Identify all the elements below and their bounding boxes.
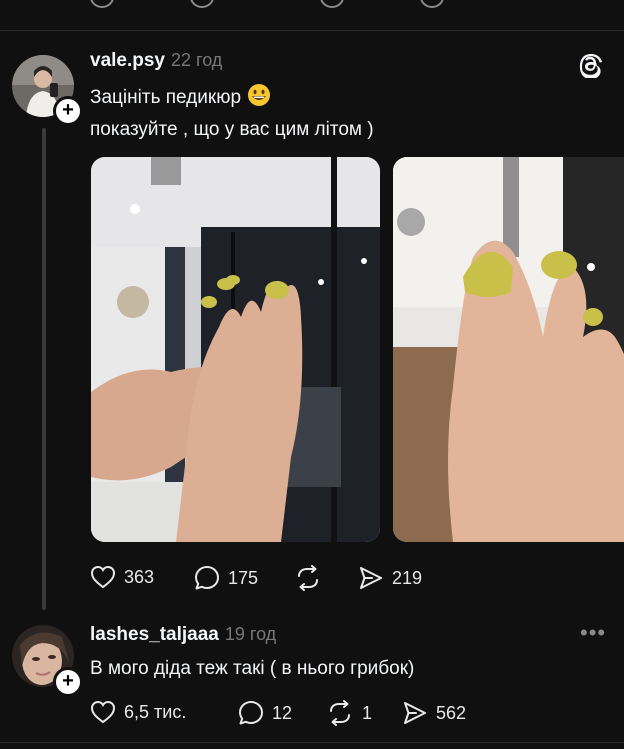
timestamp-2: 19 год	[224, 624, 277, 644]
like-button-2[interactable]: 6,5 тис.	[90, 700, 186, 724]
repost-button[interactable]	[294, 565, 330, 591]
post-image-2[interactable]	[393, 157, 624, 542]
share-count: 219	[392, 567, 423, 588]
divider	[0, 30, 624, 31]
send-icon	[402, 700, 428, 726]
repost-button-2[interactable]: 1	[326, 700, 372, 726]
send-icon[interactable]	[420, 0, 444, 8]
send-icon	[358, 565, 384, 591]
like-count: 363	[124, 566, 155, 587]
grinning-face-emoji	[247, 83, 271, 107]
previous-post-action-row	[90, 0, 610, 8]
follow-plus-button[interactable]: +	[53, 96, 83, 126]
repost-icon[interactable]	[320, 0, 344, 8]
comment-bubble-icon	[238, 700, 264, 726]
like-count-2: 6,5 тис.	[124, 701, 187, 722]
reply-header: lashes_taljaaa 19 год	[90, 624, 276, 646]
share-count-2: 562	[436, 702, 467, 723]
reply-text: В мого діда теж такі ( в нього грибок)	[90, 658, 415, 679]
comment-bubble-icon[interactable]	[190, 0, 214, 8]
heart-icon	[90, 565, 116, 589]
post-actions: 363 175 219	[90, 565, 450, 593]
post-image-1[interactable]	[91, 157, 380, 542]
heart-icon	[90, 700, 116, 724]
username[interactable]: vale.psy	[90, 50, 165, 71]
threads-logo-icon[interactable]	[578, 50, 606, 83]
comment-count-2: 12	[272, 702, 293, 723]
share-button-2[interactable]: 562	[402, 700, 466, 726]
username-2[interactable]: lashes_taljaaa	[90, 624, 219, 645]
divider-bottom	[0, 742, 624, 743]
post-header: vale.psy 22 год	[90, 50, 222, 72]
comment-bubble-icon	[194, 565, 220, 591]
post-text-1: Зацініть педикюр	[90, 87, 242, 108]
post-text-line-2: показуйте , що у вас цим літом )	[90, 119, 374, 140]
more-options-icon[interactable]: •••	[580, 620, 606, 646]
repost-count-2: 1	[362, 702, 373, 723]
heart-icon[interactable]	[90, 0, 114, 8]
follow-plus-button-2[interactable]: +	[53, 667, 83, 697]
repost-icon	[326, 700, 354, 726]
thread-line	[42, 128, 46, 610]
reply-actions: 6,5 тис. 12 1 562	[90, 700, 490, 728]
post-text-line-1: Зацініть педикюр	[90, 82, 271, 114]
timestamp: 22 год	[171, 50, 223, 70]
comment-button[interactable]: 175	[194, 565, 258, 591]
like-button[interactable]: 363	[90, 565, 154, 589]
repost-icon	[294, 565, 322, 591]
comment-count: 175	[228, 567, 259, 588]
comment-button-2[interactable]: 12	[238, 700, 292, 726]
share-button[interactable]: 219	[358, 565, 422, 591]
